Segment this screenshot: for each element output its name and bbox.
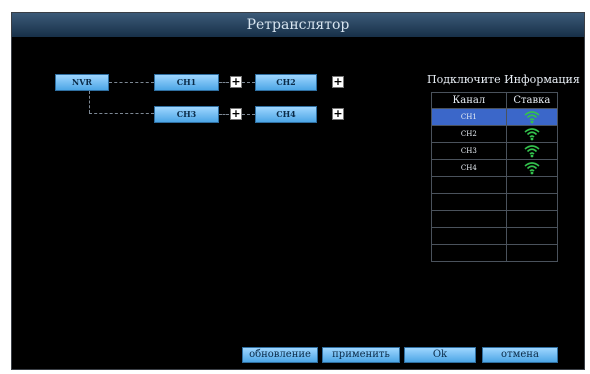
column-header-channel: Канал [431, 92, 507, 109]
apply-button[interactable]: применить [322, 347, 400, 363]
wifi-signal-icon [524, 162, 540, 175]
empty-cell [505, 244, 559, 262]
channel-name-cell: CH3 [431, 142, 507, 160]
empty-row [431, 176, 559, 194]
wifi-signal-icon [524, 111, 540, 124]
empty-cell [431, 176, 507, 194]
channel-node-ch4[interactable]: CH4 [255, 106, 317, 123]
add-ch4-button[interactable]: + [332, 108, 344, 120]
connector-line [219, 114, 229, 115]
channel-node-ch3[interactable]: CH3 [154, 106, 219, 123]
channel-table: Канал Ставка CH1 CH2 CH3 CH4 [431, 92, 559, 262]
repeater-window: Ретранслятор NVR CH1 + CH2 + CH3 + CH4 +… [11, 12, 585, 370]
empty-cell [431, 244, 507, 262]
cancel-button[interactable]: отмена [482, 347, 558, 363]
channel-node-ch1[interactable]: CH1 [154, 74, 219, 91]
empty-cell [431, 193, 507, 211]
empty-cell [505, 227, 559, 245]
add-ch1-button[interactable]: + [230, 76, 242, 88]
channel-table-body: CH1 CH2 CH3 CH4 [431, 108, 559, 262]
signal-cell [505, 142, 559, 160]
empty-cell [505, 210, 559, 228]
channel-name-cell: CH1 [431, 108, 507, 126]
add-ch3-button[interactable]: + [230, 108, 242, 120]
connector-line [89, 113, 154, 114]
channel-row[interactable]: CH3 [431, 142, 559, 160]
ok-button[interactable]: Ok [404, 347, 476, 363]
empty-cell [505, 176, 559, 194]
signal-cell [505, 108, 559, 126]
connector-line [109, 82, 154, 83]
connector-line [242, 82, 255, 83]
connector-line [89, 91, 90, 113]
empty-row [431, 210, 559, 228]
wifi-signal-icon [524, 145, 540, 158]
empty-cell [431, 227, 507, 245]
channel-name-cell: CH2 [431, 125, 507, 143]
empty-cell [431, 210, 507, 228]
connection-info-title: Подключите Информация [427, 73, 580, 86]
channel-name-cell: CH4 [431, 159, 507, 177]
empty-cell [505, 193, 559, 211]
wifi-signal-icon [524, 128, 540, 141]
channel-row[interactable]: CH1 [431, 108, 559, 126]
window-title: Ретранслятор [12, 13, 584, 37]
empty-row [431, 193, 559, 211]
channel-node-ch2[interactable]: CH2 [255, 74, 317, 91]
add-ch2-button[interactable]: + [332, 76, 344, 88]
channel-row[interactable]: CH4 [431, 159, 559, 177]
empty-row [431, 227, 559, 245]
signal-cell [505, 159, 559, 177]
channel-row[interactable]: CH2 [431, 125, 559, 143]
refresh-button[interactable]: обновление [242, 347, 318, 363]
signal-cell [505, 125, 559, 143]
connector-line [219, 82, 229, 83]
empty-row [431, 244, 559, 262]
connector-line [242, 114, 255, 115]
column-header-rate: Ставка [505, 92, 559, 109]
nvr-node[interactable]: NVR [55, 74, 109, 91]
